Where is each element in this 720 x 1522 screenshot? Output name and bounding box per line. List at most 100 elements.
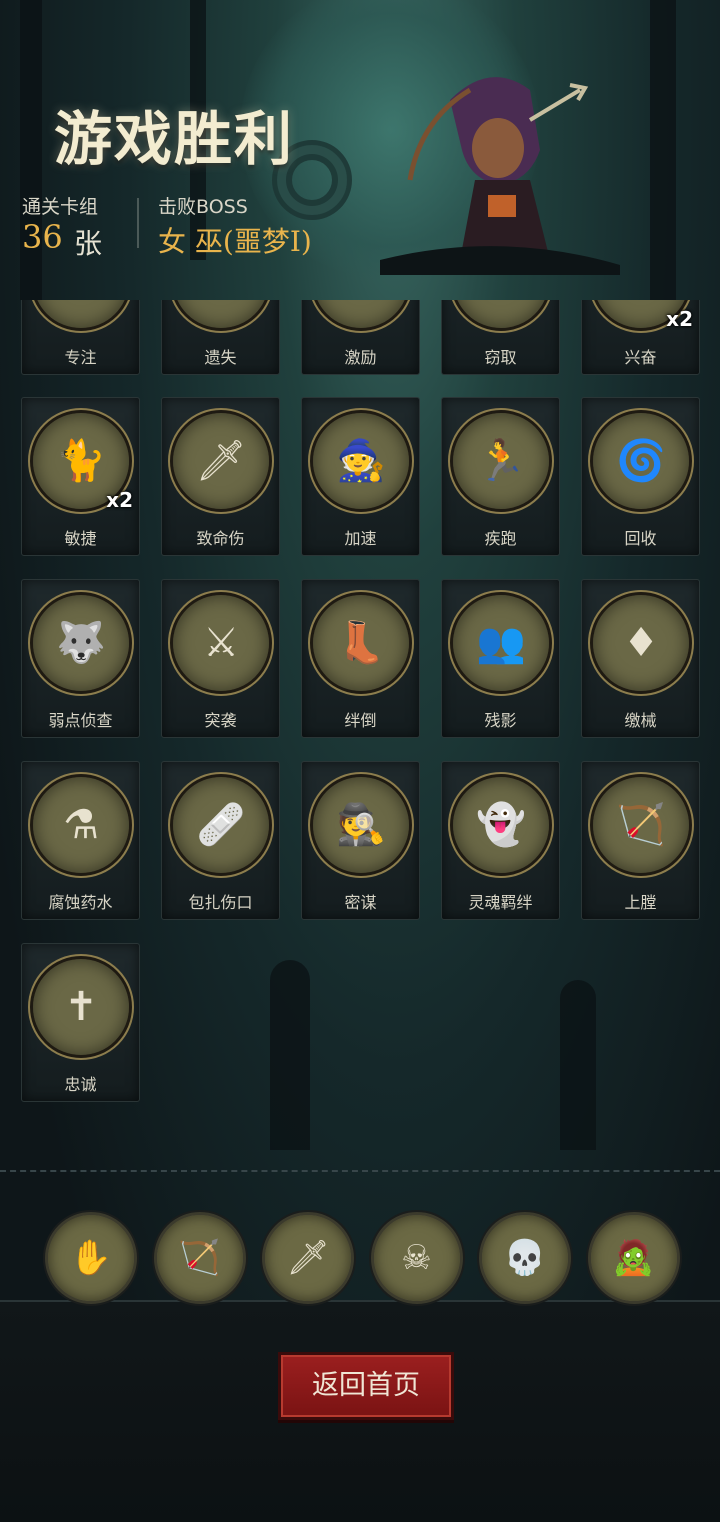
cursed-hand-icon[interactable]: ✋ [45,1212,137,1304]
skull-relic-icon[interactable]: 💀 [479,1212,571,1304]
card-glyph: 🕵 [336,802,386,848]
card-label: 兴奋 [624,348,657,367]
relic-glyph: 🏹 [178,1238,221,1278]
deck-card[interactable]: ⚗ 腐蚀药水 [21,761,140,920]
card-label: 腐蚀药水 [48,893,113,912]
dagger-relic-icon[interactable]: 🗡 [262,1212,354,1304]
focus-icon [30,300,132,331]
relic-glyph: 🗡 [286,1238,330,1278]
card-label: 窃取 [484,348,517,367]
inspire-icon [310,300,412,331]
card-label: 致命伤 [196,529,245,548]
card-label: 上膛 [624,893,657,912]
trip-boot-icon: 👢 [310,592,412,694]
deck-card[interactable]: ✝ 忠诚 [21,943,140,1102]
card-label: 突袭 [204,711,237,730]
card-label: 灵魂羁绊 [468,893,533,912]
deck-card[interactable]: ⚔ 突袭 [161,579,280,738]
card-glyph: ⚗ [63,802,99,848]
card-glyph: 🧙 [336,438,386,484]
afterimage-icon: 👥 [450,592,552,694]
deck-card-grid: 专注 遗失 激励 窃取 兴奋 x2 🐈 敏捷 x2 🗡 致命伤 🧙 加速 🏃 疾跑 🌀 回收 🐺 弱点侦查 ⚔ 突袭 👢 绊… [0,300,720,1120]
card-glyph: ⚔ [203,620,239,666]
weakness-scout-wolf-icon: 🐺 [30,592,132,694]
relic-glyph: 💀 [503,1238,547,1278]
deck-card[interactable]: 窃取 [441,300,560,375]
card-label: 回收 [624,529,657,548]
deck-unit: 张 [74,227,103,260]
deck-card[interactable]: 兴奋 x2 [581,300,700,375]
card-glyph: 👻 [476,802,526,848]
fatal-wound-icon: 🗡 [170,410,272,512]
deck-card[interactable]: 🏃 疾跑 [441,397,560,556]
deck-card[interactable]: 🕵 密谋 [301,761,420,920]
card-glyph: 🩹 [196,802,246,848]
deck-card[interactable]: 👥 残影 [441,579,560,738]
deck-card[interactable]: 👻 灵魂羁绊 [441,761,560,920]
deck-card[interactable]: 🌀 回收 [581,397,700,556]
card-label: 遗失 [204,348,237,367]
recycle-icon: 🌀 [590,410,692,512]
card-label: 专注 [64,348,97,367]
deck-card[interactable]: 👢 绊倒 [301,579,420,738]
deck-card[interactable]: 🧙 加速 [301,397,420,556]
card-label: 绊倒 [344,711,377,730]
steal-icon [450,300,552,331]
section-divider [0,1170,720,1172]
card-glyph: 🐺 [56,620,106,666]
conspiracy-icon: 🕵 [310,774,412,876]
card-label: 敏捷 [64,529,97,548]
crossbow-relic-icon[interactable]: 🏹 [153,1212,246,1304]
huntress-hero-portrait [380,77,620,275]
deck-count: 36 [22,218,63,256]
relic-glyph: 🧟 [612,1238,655,1278]
deck-card[interactable]: 🐺 弱点侦查 [21,579,140,738]
deck-label: 通关卡组 [22,196,99,218]
card-label: 加速 [344,529,377,548]
stat-divider [137,198,139,248]
deck-card[interactable]: 激励 [301,300,420,375]
relic-glyph: ✋ [69,1238,113,1278]
zombie-relic-icon[interactable]: 🧟 [587,1212,680,1304]
deck-card[interactable]: 🐈 敏捷 x2 [21,397,140,556]
crossbow-load-icon: 🏹 [590,774,692,876]
deck-card[interactable]: 🩹 包扎伤口 [161,761,280,920]
card-glyph: 🗡 [195,438,247,484]
lost-icon [170,300,272,331]
card-label: 激励 [344,348,377,367]
card-glyph: ✝ [64,984,98,1030]
deck-card[interactable]: 专注 [21,300,140,375]
card-glyph: 👥 [476,620,526,666]
deck-card[interactable]: 遗失 [161,300,280,375]
deck-card[interactable]: ♦ 缴械 [581,579,700,738]
loyalty-cross-icon: ✝ [30,956,132,1058]
sprint-icon: 🏃 [450,410,552,512]
return-home-button[interactable]: 返回首页 [278,1352,454,1420]
poison-relic-icon[interactable]: ☠ [370,1212,463,1304]
bandage-doctor-icon: 🩹 [170,774,272,876]
card-label: 缴械 [624,711,657,730]
boss-name: 女 巫(噩梦I) [158,225,312,258]
card-count-badge: x2 [666,307,693,331]
card-glyph: 🏹 [616,802,666,848]
card-label: 疾跑 [484,529,517,548]
deck-card[interactable]: 🗡 致命伤 [161,397,280,556]
card-count-badge: x2 [106,488,133,512]
haste-witch-icon: 🧙 [310,410,412,512]
raid-icon: ⚔ [170,592,272,694]
soul-bond-icon: 👻 [450,774,552,876]
card-glyph: 🏃 [476,438,526,484]
card-glyph: 🐈 [56,438,106,484]
card-glyph: 🌀 [616,438,666,484]
victory-header: 游戏胜利 通关卡组 36 张 击败BOSS 女 巫(噩梦I) [0,0,720,300]
disarm-icon: ♦ [590,592,692,694]
deck-card[interactable]: 🏹 上膛 [581,761,700,920]
card-label: 残影 [484,711,517,730]
corrosive-potion-icon: ⚗ [30,774,132,876]
card-glyph: ♦ [623,620,659,666]
card-label: 密谋 [344,893,377,912]
card-glyph: 👢 [336,620,386,666]
relic-glyph: ☠ [401,1238,432,1278]
page-title: 游戏胜利 [54,105,295,173]
card-label: 弱点侦查 [48,711,113,730]
